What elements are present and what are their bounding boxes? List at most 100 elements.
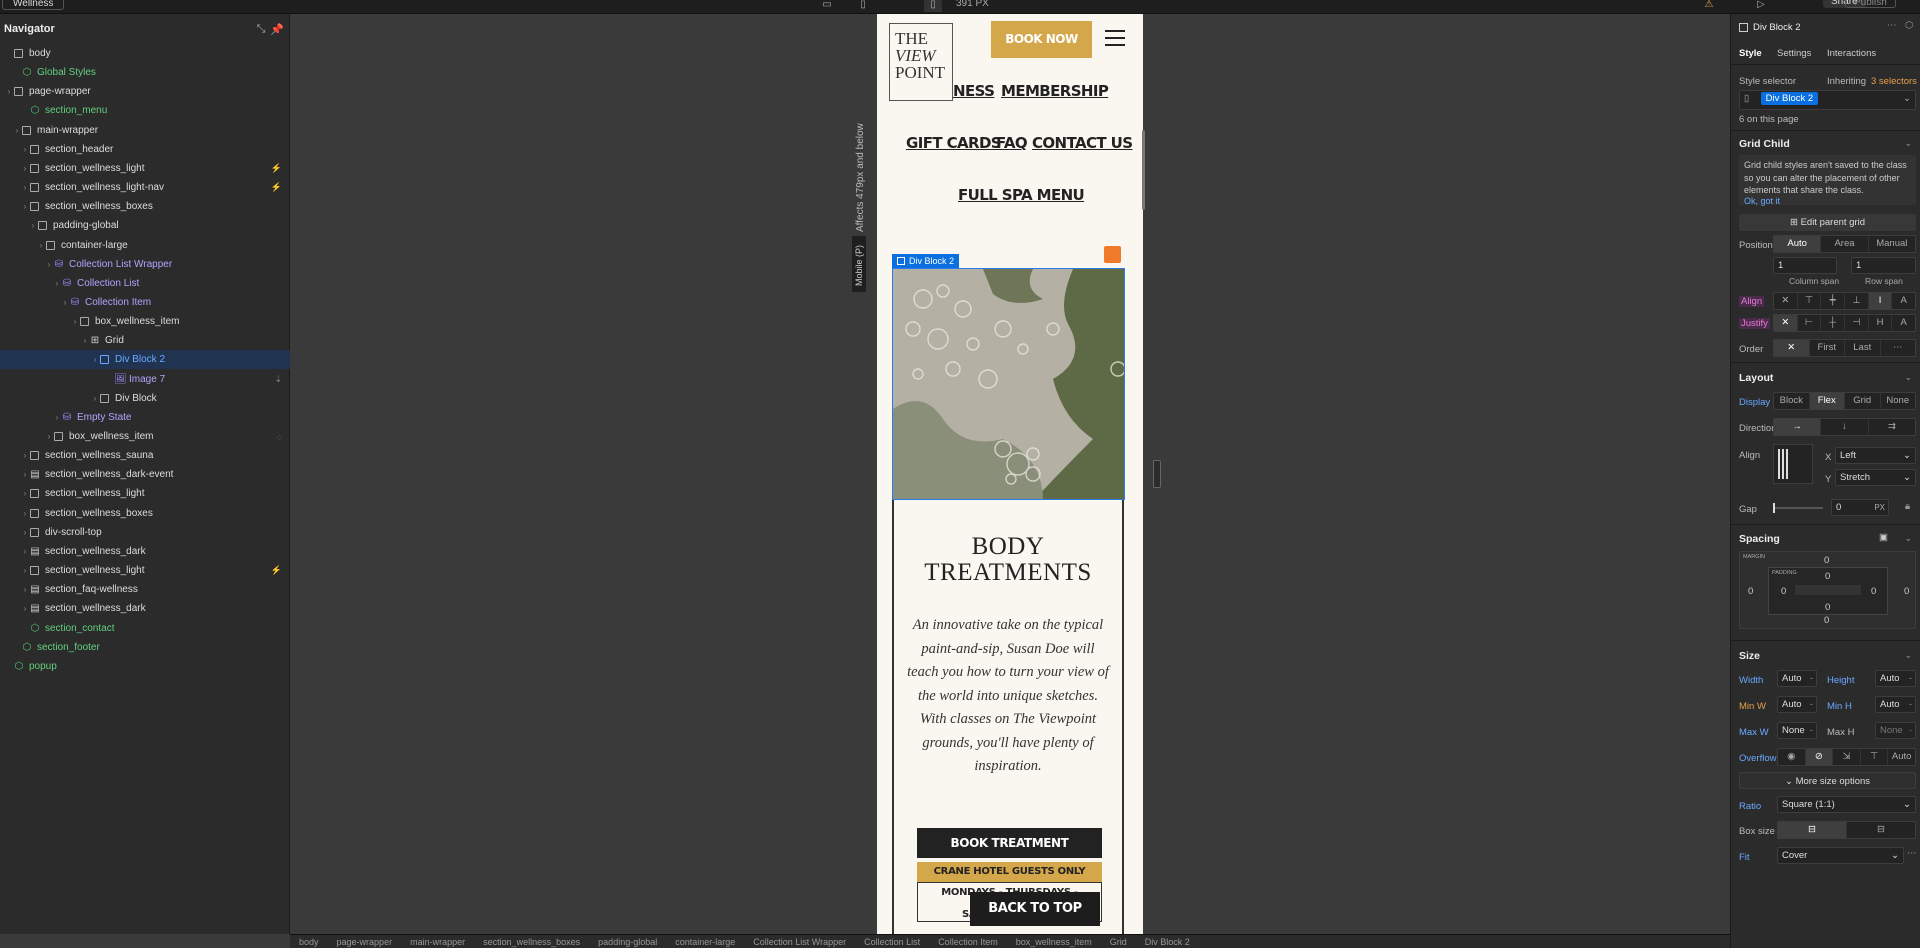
chevron-right-icon[interactable]: › — [28, 221, 38, 230]
justify-baseline-icon[interactable]: A — [1892, 315, 1915, 331]
navigator-row[interactable]: 🖼 Image 7 ⇣ — [0, 370, 290, 389]
display-block[interactable]: Block — [1774, 393, 1810, 409]
chevron-right-icon[interactable]: › — [52, 413, 62, 422]
selector-chip[interactable]: Div Block 2 — [1760, 92, 1819, 105]
back-to-top-button[interactable]: BACK TO TOP — [970, 892, 1100, 926]
menu-link-membership[interactable]: MEMBERSHIP — [1001, 82, 1109, 100]
navigator-row[interactable]: › section_wellness_light — [0, 484, 290, 503]
chevron-right-icon[interactable]: › — [20, 451, 30, 460]
menu-link-faq[interactable]: FAQ — [996, 134, 1028, 152]
padding-bottom[interactable]: 0 — [1825, 602, 1830, 613]
breadcrumb-item[interactable]: main-wrapper — [401, 935, 474, 948]
align-top-icon[interactable]: ⊤ — [1798, 293, 1822, 309]
padding-top[interactable]: 0 — [1825, 571, 1830, 582]
navigator-row[interactable]: › ▤ section_wellness_dark — [0, 542, 290, 561]
breadcrumb-item[interactable]: body — [290, 935, 328, 948]
navigator-row[interactable]: ⬡ section_menu — [0, 101, 290, 120]
navigator-row[interactable]: › ⛁ Empty State — [0, 408, 290, 427]
navigator-row[interactable]: › section_wellness_light ⚡ — [0, 561, 290, 580]
tab-settings[interactable]: Settings — [1777, 48, 1811, 59]
fit-more-icon[interactable]: ⋯ — [1907, 848, 1917, 859]
navigator-row[interactable]: › page-wrapper — [0, 82, 290, 101]
padding-box[interactable]: PADDING 0 0 0 0 — [1768, 567, 1888, 615]
chevron-right-icon[interactable]: › — [20, 509, 30, 518]
overflow-visible-icon[interactable]: ◉ — [1778, 749, 1806, 765]
spacing-mode-icon[interactable]: ▣ — [1879, 532, 1888, 543]
margin-right[interactable]: 0 — [1904, 586, 1909, 597]
navigator-row[interactable]: › section_wellness_sauna — [0, 446, 290, 465]
column-span-input[interactable]: 1 — [1773, 257, 1837, 274]
hamburger-menu-icon[interactable] — [1105, 30, 1125, 46]
breadcrumb-item[interactable]: section_wellness_boxes — [474, 935, 589, 948]
align-none-icon[interactable]: ✕ — [1774, 293, 1798, 309]
chevron-right-icon[interactable]: › — [80, 336, 90, 345]
navigator-row[interactable]: › ⛁ Collection List Wrapper — [0, 255, 290, 274]
display-flex[interactable]: Flex — [1809, 393, 1845, 409]
chevron-right-icon[interactable]: › — [20, 183, 30, 192]
chevron-down-icon[interactable]: ⌄ — [1904, 533, 1912, 544]
chevron-right-icon[interactable]: › — [12, 126, 22, 135]
more-size-options-button[interactable]: ⌄ More size options — [1739, 772, 1916, 789]
navigator-row[interactable]: › padding-global — [0, 216, 290, 235]
navigator-row[interactable]: › Div Block — [0, 389, 290, 408]
justify-none-icon[interactable]: ✕ — [1774, 315, 1798, 331]
width-input[interactable]: Auto - — [1777, 670, 1817, 687]
navigator-row[interactable]: › div-scroll-top — [0, 523, 290, 542]
publish-button[interactable]: Publish — [1845, 0, 1896, 8]
more-icon[interactable]: ⋯ — [1887, 20, 1897, 31]
breakpoint-tag[interactable]: Mobile (P) — [852, 236, 866, 292]
justify-stretch-icon[interactable]: H — [1869, 315, 1893, 331]
breadcrumb-item[interactable]: Collection List — [855, 935, 929, 948]
book-treatment-button[interactable]: BOOK TREATMENT — [917, 828, 1102, 858]
chevron-down-icon[interactable]: ⌄ — [1904, 138, 1912, 149]
navigator-row[interactable]: › Div Block 2 — [0, 350, 290, 370]
chevron-right-icon[interactable]: › — [90, 394, 100, 403]
navigator-row[interactable]: › section_wellness_light-nav ⚡ — [0, 178, 290, 197]
tab-style[interactable]: Style — [1739, 48, 1762, 59]
padding-left[interactable]: 0 — [1781, 586, 1786, 597]
navigator-row[interactable]: ⬡ section_contact — [0, 619, 290, 638]
navigator-row[interactable]: › ▤ section_faq-wellness — [0, 580, 290, 599]
navigator-row[interactable]: › ▤ section_wellness_dark — [0, 599, 290, 618]
breadcrumb-item[interactable]: padding-global — [589, 935, 666, 948]
lock-icon[interactable]: 🔒︎ — [1905, 501, 1910, 512]
align-center-icon[interactable]: ┿ — [1821, 293, 1846, 309]
breadcrumb-item[interactable]: page-wrapper — [328, 935, 402, 948]
tablet-breakpoint-icon[interactable]: ▯ — [854, 0, 872, 12]
chevron-right-icon[interactable]: › — [20, 566, 30, 575]
content-box-icon[interactable]: ⊟ — [1847, 822, 1915, 838]
menu-link-full-spa-menu[interactable]: FULL SPA MENU — [958, 186, 1085, 204]
direction-segmented[interactable]: → ↓ ⇉ — [1773, 418, 1916, 436]
ratio-select[interactable]: Square (1:1) ⌄ — [1777, 796, 1916, 813]
treatment-image[interactable] — [892, 268, 1125, 500]
align-grid-picker[interactable] — [1773, 444, 1813, 484]
selected-element-tag[interactable]: Div Block 2 — [892, 254, 960, 268]
breadcrumb-item[interactable]: container-large — [666, 935, 744, 948]
chevron-right-icon[interactable]: › — [20, 470, 30, 479]
align-x-select[interactable]: Left ⌄ — [1835, 447, 1916, 464]
mobile-preview-canvas[interactable]: NESS MEMBERSHIP THE VIEW POINT BOOK NOW … — [877, 14, 1143, 934]
navigator-row[interactable]: › section_header — [0, 140, 290, 159]
navigator-row[interactable]: ⬡ section_footer — [0, 638, 290, 657]
navigator-row[interactable]: › main-wrapper — [0, 121, 290, 140]
margin-bottom[interactable]: 0 — [1824, 615, 1829, 626]
chevron-down-icon[interactable]: ⌄ — [1904, 650, 1912, 661]
breadcrumb-item[interactable]: Collection List Wrapper — [744, 935, 855, 948]
navigator-row[interactable]: › box_wellness_item ◌ — [0, 427, 290, 446]
inheriting-selectors-link[interactable]: 3 selectors — [1871, 76, 1917, 87]
warning-icon[interactable]: ⚠ — [1700, 0, 1718, 12]
min-height-input[interactable]: Auto - — [1875, 696, 1916, 713]
grid-child-title[interactable]: Grid Child — [1739, 138, 1790, 150]
position-segmented[interactable]: Auto Area Manual — [1773, 235, 1916, 253]
tab-interactions[interactable]: Interactions — [1827, 48, 1876, 59]
justify-start-icon[interactable]: ⊢ — [1798, 315, 1822, 331]
chevron-right-icon[interactable]: › — [44, 260, 54, 269]
chevron-right-icon[interactable]: › — [70, 317, 80, 326]
navigator-row[interactable]: › ⊞ Grid — [0, 331, 290, 350]
menu-link-contact-us[interactable]: CONTACT US — [1032, 134, 1133, 152]
navigator-row[interactable]: › box_wellness_item — [0, 312, 290, 331]
navigator-row[interactable]: ⬡ Global Styles — [0, 63, 290, 82]
desktop-breakpoint-icon[interactable]: ▭ — [818, 0, 836, 12]
display-grid[interactable]: Grid — [1845, 393, 1881, 409]
row-span-input[interactable]: 1 — [1851, 257, 1916, 274]
